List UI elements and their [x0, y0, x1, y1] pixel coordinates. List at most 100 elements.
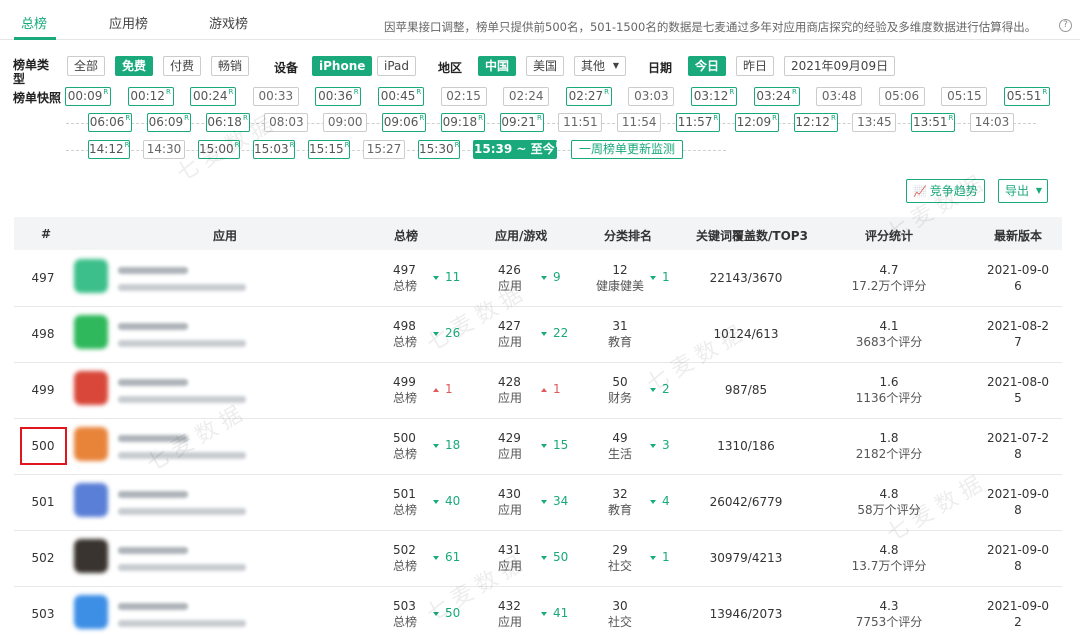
snapshot-1345[interactable]: 13:45 [852, 113, 897, 132]
snapshot-0024[interactable]: 00:24R [190, 87, 237, 106]
table-row[interactable]: 500 500 总榜 18 429 应用 15 49 生活 3 1310/186 1.8 2182个评分… [14, 419, 1062, 475]
filter-type-label: 榜单类型 [13, 58, 50, 86]
latest-version: 2021-07-2 8 [986, 431, 1050, 461]
app-icon[interactable] [74, 371, 108, 405]
snapshot-0609[interactable]: 06:09R [146, 113, 191, 132]
rank-highlight-box [20, 427, 67, 465]
snapshot-0551[interactable]: 05:51R [1004, 87, 1050, 106]
rank-change: 40 [433, 494, 460, 508]
snapshot-0303[interactable]: 03:03 [628, 87, 675, 106]
snapshot-0618[interactable]: 06:18R [205, 113, 250, 132]
snapshot-0803[interactable]: 08:03 [264, 113, 309, 132]
table-row[interactable]: 498 498 总榜 26 427 应用 22 31 教育 10124/613 4.1 3683个评分… [14, 307, 1062, 363]
type-grossing[interactable]: 畅销 [211, 56, 250, 76]
snapshot-1209[interactable]: 12:09R [734, 113, 779, 132]
export-button[interactable]: 导出 ▼ [998, 179, 1049, 203]
snapshot-0506[interactable]: 05:06 [878, 87, 925, 106]
snapshot-1154[interactable]: 11:54 [617, 113, 662, 132]
app-icon[interactable] [74, 259, 108, 293]
rank-change: 61 [433, 550, 460, 564]
snapshot-0045[interactable]: 00:45R [378, 87, 424, 106]
app-name-blurred[interactable] [118, 379, 188, 386]
table-row[interactable]: 502 502 总榜 61 431 应用 50 29 社交 1 30979/4213 4.8 13.7万… [14, 531, 1062, 587]
rank-change: 50 [541, 550, 568, 564]
region-us[interactable]: 美国 [526, 56, 565, 76]
snapshot-0215[interactable]: 02:15 [440, 87, 487, 106]
type-free[interactable]: 免费 [115, 56, 154, 76]
refresh-marker-icon: R [124, 141, 130, 149]
app-name-blurred[interactable] [118, 435, 188, 442]
snapshot-0312[interactable]: 03:12R [691, 87, 737, 106]
tab-games[interactable]: 游戏榜 [209, 13, 248, 32]
snapshot-1403[interactable]: 14:03 [970, 113, 1014, 132]
table-row[interactable]: 499 499 总榜 1 428 应用 1 50 财务 2 987/85 1.6 1136个评分 2021… [14, 363, 1062, 419]
snapshot-0012[interactable]: 00:12R [127, 87, 174, 106]
app-icon[interactable] [74, 483, 108, 517]
app-icon[interactable] [74, 595, 108, 629]
snapshot-1515[interactable]: 15:15R [308, 140, 350, 159]
snapshot-1430[interactable]: 14:30 [143, 140, 185, 159]
snapshot-0036[interactable]: 00:36R [315, 87, 362, 106]
type-all[interactable]: 全部 [67, 56, 106, 76]
snapshot-1157[interactable]: 11:57R [676, 113, 720, 132]
tab-total[interactable]: 总榜 [21, 13, 47, 32]
app-developer-blurred [118, 620, 246, 627]
app-developer-blurred [118, 396, 246, 403]
refresh-marker-icon: R [948, 114, 954, 122]
rank-number: 498 [31, 327, 55, 341]
competition-trend-button[interactable]: 📈 竞争趋势 [906, 179, 985, 203]
app-icon[interactable] [74, 539, 108, 573]
snapshot-1503[interactable]: 15:03R [253, 140, 295, 159]
category-rank: 29 社交 [607, 543, 632, 573]
region-other-dropdown[interactable]: 其他 ▼ [574, 56, 627, 76]
snapshot-0033[interactable]: 00:33 [252, 87, 299, 106]
category-rank: 50 财务 [607, 375, 632, 405]
date-picker[interactable]: 2021年09月09日 [784, 56, 896, 76]
app-name-blurred[interactable] [118, 547, 188, 554]
snapshot-0227[interactable]: 02:27R [565, 87, 612, 106]
app-icon[interactable] [74, 315, 108, 349]
refresh-marker-icon: R [125, 114, 131, 122]
rank-change: 11 [433, 270, 460, 284]
tab-apps[interactable]: 应用榜 [109, 13, 148, 32]
snapshot-1212[interactable]: 12:12R [793, 113, 838, 132]
region-china[interactable]: 中国 [478, 56, 517, 76]
keyword-coverage: 22143/3670 [709, 271, 783, 285]
latest-version: 2021-09-0 8 [986, 487, 1050, 517]
snapshot-1151[interactable]: 11:51 [558, 113, 603, 132]
device-iphone[interactable]: iPhone [312, 56, 373, 76]
app-game-rank: 431 应用 [498, 543, 523, 573]
app-name-blurred[interactable] [118, 603, 188, 610]
refresh-marker-icon: R [729, 88, 735, 96]
snapshot-1412[interactable]: 14:12R [88, 140, 130, 159]
help-icon[interactable]: ? [1059, 19, 1072, 32]
snapshot-1539[interactable]: 15:39 ~ 至今R [473, 140, 561, 159]
app-name-blurred[interactable] [118, 267, 188, 274]
table-row[interactable]: 497 497 总榜 11 426 应用 9 12 健康健美 1 22143/3670 4.7 17.2… [14, 251, 1062, 307]
date-today[interactable]: 今日 [688, 56, 727, 76]
type-paid[interactable]: 付费 [163, 56, 202, 76]
snapshot-0009[interactable]: 00:09R [65, 87, 111, 106]
app-name-blurred[interactable] [118, 491, 188, 498]
snapshot-0918[interactable]: 09:18R [440, 113, 485, 132]
date-yesterday[interactable]: 昨日 [736, 56, 775, 76]
snapshot-0606[interactable]: 06:06R [88, 113, 132, 132]
app-icon[interactable] [74, 427, 108, 461]
snapshot-1527[interactable]: 15:27 [363, 140, 405, 159]
table-row[interactable]: 501 501 总榜 40 430 应用 34 32 教育 4 26042/6779 4.8 58万个评… [14, 475, 1062, 531]
snapshot-1351[interactable]: 13:51R [911, 113, 956, 132]
app-name-blurred[interactable] [118, 323, 188, 330]
snapshot-0906[interactable]: 09:06R [382, 113, 426, 132]
device-ipad[interactable]: iPad [377, 56, 417, 76]
weekly-monitor-link[interactable]: 一周榜单更新监测 [571, 140, 683, 159]
snapshot-1500[interactable]: 15:00R [198, 140, 240, 159]
score-stats: 4.7 17.2万个评分 [851, 263, 927, 293]
snapshot-0515[interactable]: 05:15 [941, 87, 988, 106]
snapshot-1530[interactable]: 15:30R [418, 140, 460, 159]
snapshot-0224[interactable]: 02:24 [503, 87, 550, 106]
snapshot-0900[interactable]: 09:00 [323, 113, 368, 132]
snapshot-0348[interactable]: 03:48 [816, 87, 863, 106]
table-row[interactable]: 503 503 总榜 50 432 应用 41 30 社交 13946/2073 4.3 7753个评… [14, 587, 1062, 635]
snapshot-0324[interactable]: 03:24R [753, 87, 800, 106]
snapshot-0921[interactable]: 09:21R [499, 113, 544, 132]
